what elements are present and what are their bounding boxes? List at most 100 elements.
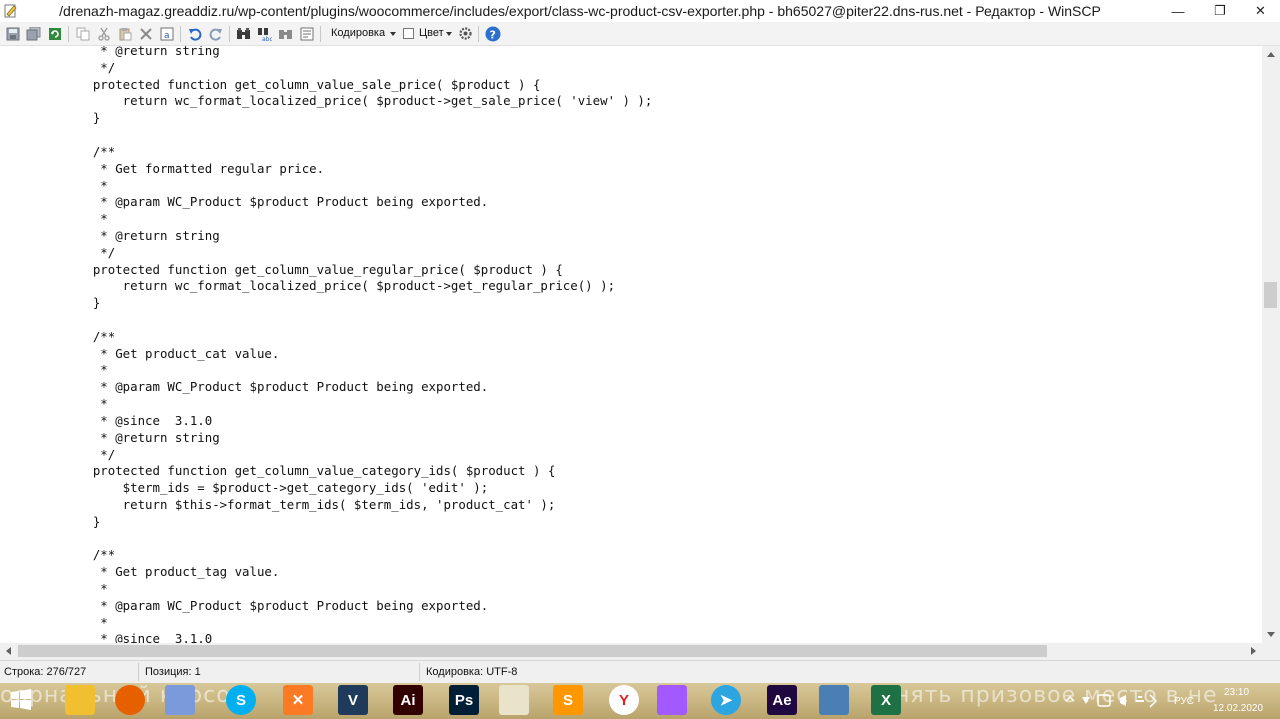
code-line[interactable]: protected function get_column_value_sale… [63,77,652,94]
visual-studio-icon: V [347,691,358,709]
language-indicator[interactable]: РУС [1174,696,1194,707]
code-line[interactable]: * @param WC_Product $product Product bei… [63,379,652,396]
skype-app[interactable]: S [226,685,256,715]
svg-text:a: a [164,31,170,41]
telegram-icon: ➤ [719,692,733,709]
save-icon[interactable] [4,25,21,42]
clock-time[interactable]: 23:10 [1224,687,1249,698]
undo-icon[interactable] [186,25,203,42]
code-line[interactable] [63,127,652,144]
close-button[interactable]: ✕ [1241,0,1280,22]
windows-logo-icon [11,689,31,710]
reload-icon[interactable] [46,25,63,42]
cut-icon[interactable] [95,25,112,42]
notepad-app[interactable] [499,685,529,715]
code-line[interactable]: /** [63,329,652,346]
paint-app[interactable] [165,685,195,715]
code-line[interactable]: } [63,514,652,531]
xampp-app[interactable]: ✕ [283,685,313,715]
clock-date[interactable]: 12.02.2020 [1213,703,1263,714]
svg-text:abc: abc [262,36,272,41]
find-next-icon[interactable] [277,25,294,42]
code-line[interactable]: * [63,615,652,632]
winscp-app[interactable] [819,685,849,715]
code-line[interactable]: $term_ids = $product->get_category_ids( … [63,480,652,497]
firefox-app[interactable] [115,685,145,715]
restore-button[interactable]: ❐ [1199,0,1241,22]
skype-icon: S [235,691,246,709]
color-checkbox[interactable] [403,28,414,39]
paste-icon[interactable] [116,25,133,42]
visual-studio-app[interactable]: V [338,685,368,715]
code-line[interactable]: * @since 3.1.0 [63,631,652,643]
minimize-button[interactable]: — [1157,0,1199,22]
redo-icon[interactable] [207,25,224,42]
illustrator-app[interactable]: Ai [393,685,423,715]
status-encoding: Кодировка: UTF-8 [426,666,518,678]
close-icon: ✕ [1255,3,1266,18]
code-line[interactable]: return wc_format_localized_price( $produ… [63,278,652,295]
vertical-scrollbar[interactable] [1262,46,1280,643]
code-line[interactable]: return wc_format_localized_price( $produ… [63,93,653,110]
start-button[interactable] [6,685,36,715]
code-line[interactable]: protected function get_column_value_regu… [63,262,652,279]
after-effects-app[interactable]: Ae [767,685,797,715]
code-line[interactable]: } [63,295,652,312]
code-line[interactable]: */ [63,447,652,464]
yandex-browser-app[interactable]: Y [609,685,639,715]
horizontal-scrollbar[interactable] [0,643,1262,660]
code-line[interactable]: /** [63,144,652,161]
code-line[interactable]: } [63,110,652,127]
scroll-left-icon[interactable] [6,647,11,655]
code-editor[interactable]: * @return string */ protected function g… [0,46,1262,643]
photoshop-app[interactable]: Ps [449,685,479,715]
excel-app[interactable]: X [871,685,901,715]
code-line[interactable] [63,312,652,329]
code-line[interactable]: * @return string [63,46,652,60]
code-line[interactable]: * Get formatted regular price. [63,161,652,178]
code-line[interactable]: */ [63,60,652,77]
help-icon[interactable]: ? [484,25,501,42]
code-line[interactable]: return $this->format_term_ids( $term_ids… [63,497,652,514]
code-line[interactable]: /** [63,547,652,564]
code-line[interactable]: * [63,178,652,195]
code-line[interactable]: * [63,581,652,598]
code-line[interactable]: * Get product_tag value. [63,564,652,581]
telegram-app[interactable]: ➤ [711,685,741,715]
copy-icon[interactable] [74,25,91,42]
code-line[interactable]: * @return string [63,228,652,245]
save-all-icon[interactable] [25,25,42,42]
delete-icon[interactable] [137,25,154,42]
file-explorer-app[interactable] [65,685,95,715]
select-all-icon[interactable]: a [158,25,175,42]
scroll-up-icon[interactable] [1267,52,1275,57]
scroll-down-icon[interactable] [1267,632,1275,637]
code-line[interactable]: */ [63,245,652,262]
status-bar: Строка: 276/727 Позиция: 1 Кодировка: UT… [0,660,1280,683]
find-icon[interactable] [235,25,252,42]
code-line[interactable]: * @param WC_Product $product Product bei… [63,194,652,211]
editor-toolbar: a abc Кодировка Цвет ? [0,22,1280,46]
code-line[interactable]: protected function get_column_value_cate… [63,463,652,480]
settings-icon[interactable] [457,25,474,42]
code-line[interactable] [63,531,652,548]
horizontal-scroll-thumb[interactable] [18,645,1047,657]
code-line[interactable]: * @param WC_Product $product Product bei… [63,598,652,615]
encoding-menu[interactable]: Кодировка [331,27,385,39]
code-line[interactable]: * [63,211,652,228]
code-line[interactable]: * [63,396,652,413]
code-line[interactable]: * @return string [63,430,652,447]
svg-text:?: ? [489,28,495,41]
replace-icon[interactable]: abc [256,25,273,42]
vertical-scroll-thumb[interactable] [1264,282,1277,308]
code-line[interactable]: * Get product_cat value. [63,346,652,363]
figma-app[interactable] [657,685,687,715]
color-menu[interactable]: Цвет [419,27,444,39]
sublime-app[interactable]: S [553,685,583,715]
code-line[interactable]: * @since 3.1.0 [63,413,652,430]
sublime-icon: S [562,691,573,709]
code-text[interactable]: * @return string */ protected function g… [63,46,653,643]
scroll-right-icon[interactable] [1251,647,1256,655]
goto-line-icon[interactable] [298,25,315,42]
code-line[interactable]: * [63,362,652,379]
